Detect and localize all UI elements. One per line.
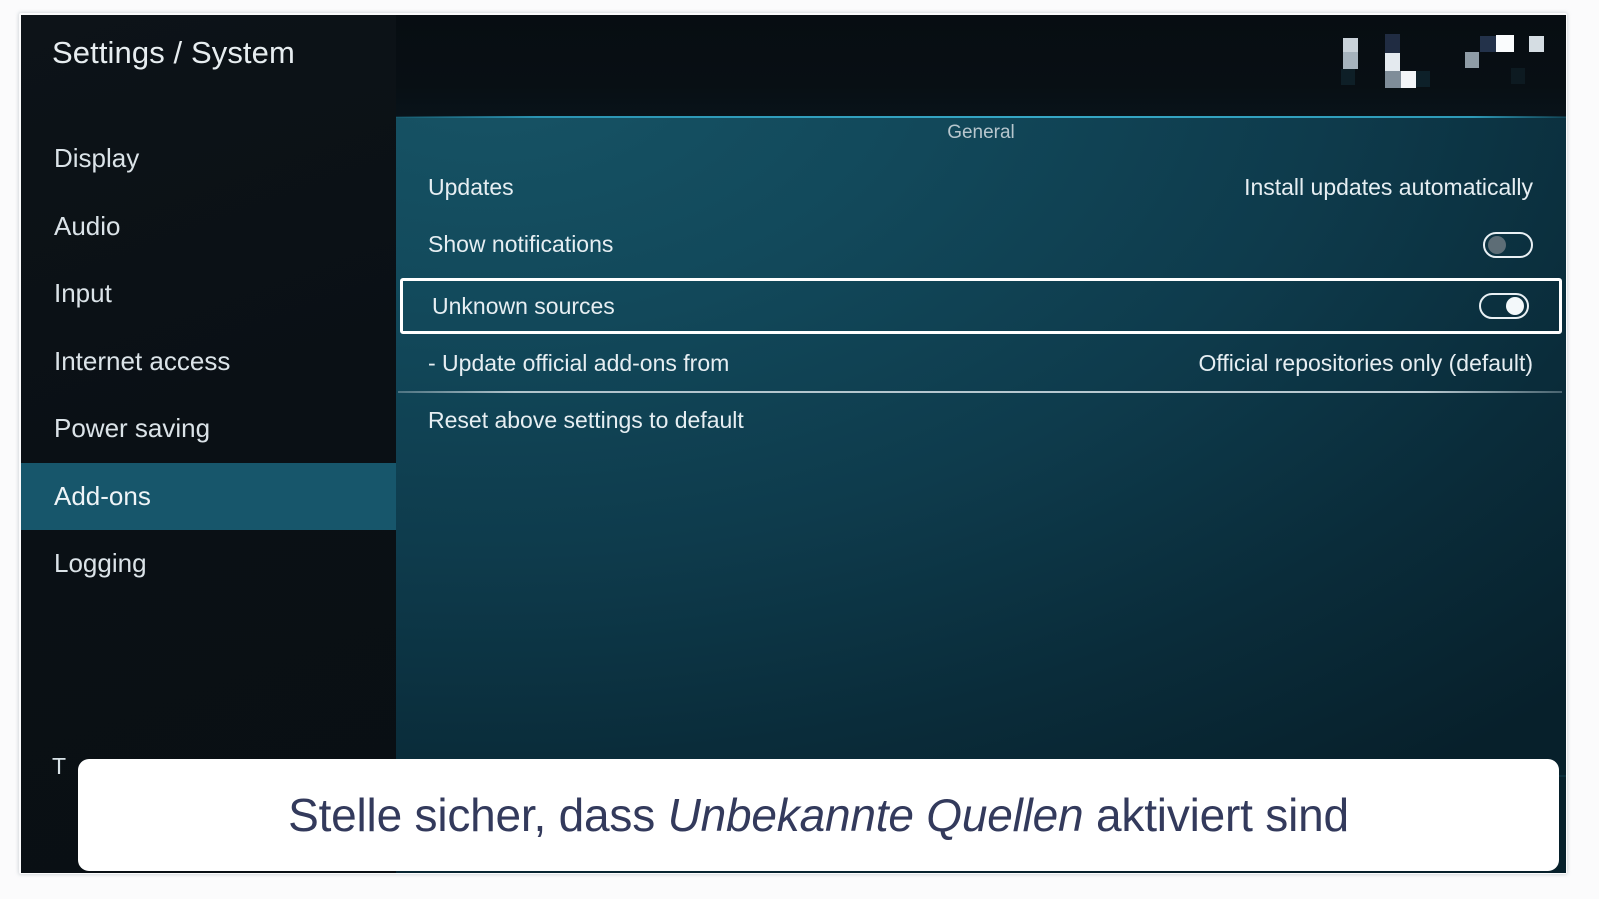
toggle-show-notifications[interactable] <box>1483 231 1533 258</box>
toggle-knob <box>1488 235 1506 254</box>
setting-row-updates[interactable]: Updates Install updates automatically <box>396 160 1566 215</box>
sidebar-item-input[interactable]: Input <box>21 260 396 328</box>
redacted-pixel-block-icon <box>1416 71 1430 87</box>
redacted-pixel-block-icon <box>1465 52 1479 68</box>
setting-value: Install updates automatically <box>1244 174 1533 200</box>
occluded-bottom-text: T <box>52 753 67 779</box>
screenshot-frame: General Updates Install updates automatic… <box>0 0 1599 899</box>
redacted-pixel-block-icon <box>1341 69 1355 85</box>
sidebar-item-label: Power saving <box>54 413 211 444</box>
setting-row-unknown-sources[interactable]: Unknown sources <box>400 278 1562 334</box>
setting-row-update-official-add-ons-from[interactable]: - Update official add-ons from Official r… <box>396 336 1566 391</box>
settings-rows-list: Updates Install updates automatically Show… <box>396 160 1566 448</box>
sidebar-item-audio[interactable]: Audio <box>21 193 396 261</box>
sidebar-item-label: Audio <box>54 210 121 241</box>
redacted-pixel-block-icon <box>1343 38 1358 52</box>
redacted-pixel-block-icon <box>1496 35 1514 52</box>
sidebar-category-list: Display Audio Input Internet access Power sa… <box>21 125 396 598</box>
sidebar-item-label: Display <box>54 143 140 174</box>
toggle-unknown-sources[interactable] <box>1479 293 1529 319</box>
caption-emphasis: Unbekannte Quellen <box>667 789 1084 841</box>
sidebar-item-label: Input <box>54 278 112 309</box>
status-icons-group <box>1333 25 1548 97</box>
redacted-pixel-block-icon <box>1385 53 1400 71</box>
redacted-pixel-block-icon <box>1385 71 1401 88</box>
page-title: Settings / System <box>52 35 295 70</box>
setting-label: - Update official add-ons from <box>428 350 730 376</box>
settings-content-panel: General Updates Install updates automatic… <box>396 15 1566 873</box>
setting-label: Show notifications <box>428 231 614 257</box>
kodi-settings-window: General Updates Install updates automatic… <box>21 15 1566 873</box>
redacted-pixel-block-icon <box>1385 34 1400 53</box>
sidebar-item-logging[interactable]: Logging <box>21 530 396 598</box>
setting-label: Updates <box>428 174 514 200</box>
redacted-pixel-block-icon <box>1401 71 1416 88</box>
redacted-pixel-block-icon <box>1529 36 1544 52</box>
sidebar-item-add-ons[interactable]: Add-ons <box>21 462 396 530</box>
instruction-caption-text: Stelle sicher, dass Unbekannte Quellen a… <box>288 789 1349 841</box>
sidebar-item-label: Internet access <box>54 345 231 376</box>
setting-row-reset-above-settings-to-default[interactable]: Reset above settings to default <box>396 393 1566 448</box>
instruction-caption-box: Stelle sicher, dass Unbekannte Quellen a… <box>78 759 1559 871</box>
redacted-pixel-block-icon <box>1343 52 1358 69</box>
sidebar-item-label: Logging <box>54 548 147 579</box>
settings-group-header: General <box>947 122 1015 143</box>
sidebar-item-label: Add-ons <box>54 480 151 511</box>
content-top-accent-line <box>396 116 1566 118</box>
setting-label: Reset above settings to default <box>428 407 744 433</box>
sidebar-item-display[interactable]: Display <box>21 125 396 193</box>
toggle-knob <box>1506 297 1524 315</box>
sidebar-item-power-saving[interactable]: Power saving <box>21 395 396 463</box>
setting-row-show-notifications[interactable]: Show notifications <box>396 217 1566 272</box>
settings-sidebar: Settings / System Display Audio Input Inter… <box>21 15 396 873</box>
redacted-pixel-block-icon <box>1511 68 1525 84</box>
sidebar-item-internet-access[interactable]: Internet access <box>21 328 396 396</box>
setting-value: Official repositories only (default) <box>1198 350 1534 376</box>
redacted-pixel-block-icon <box>1480 36 1496 52</box>
setting-label: Unknown sources <box>432 292 615 319</box>
